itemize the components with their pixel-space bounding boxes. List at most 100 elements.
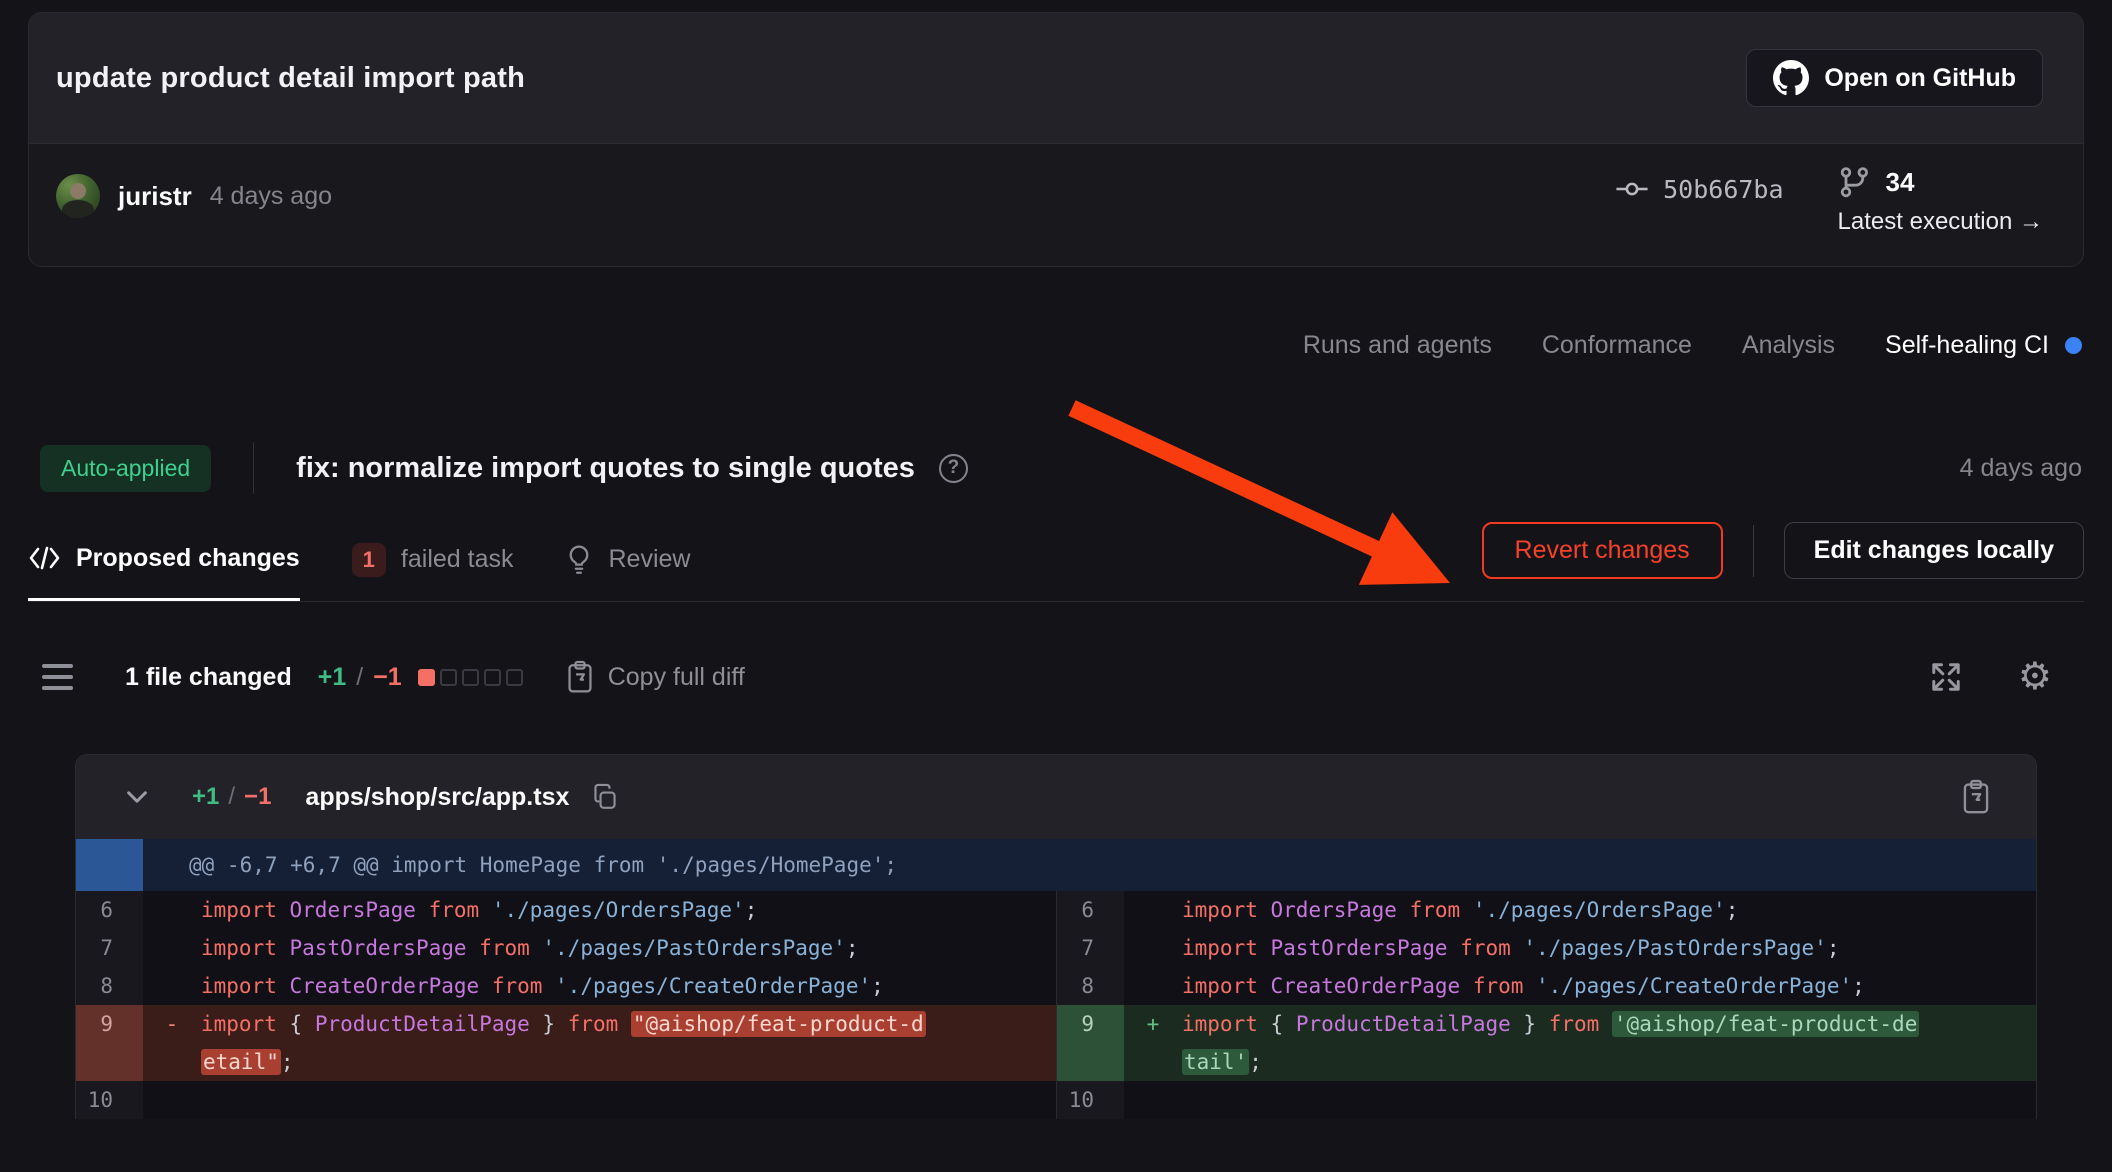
diff-toolbar: 1 file changed +1 / −1 Copy full diff: [28, 658, 2084, 696]
hunk-gutter: [76, 839, 143, 891]
file-additions: +1: [192, 783, 219, 811]
collapse-chevron-icon[interactable]: [122, 782, 152, 812]
diff-sign: [1124, 967, 1182, 1005]
code-line: import { ProductDetailPage } from '@aish…: [1182, 1005, 2036, 1081]
split-diff: 6import OrdersPage from './pages/OrdersP…: [76, 891, 2036, 1119]
diff-row: 10: [1057, 1081, 2036, 1119]
code-line: import { ProductDetailPage } from "@aish…: [201, 1005, 1056, 1081]
fix-time: 4 days ago: [1960, 454, 2084, 483]
execution-count: 34: [1886, 167, 1915, 198]
diffstat-block: [484, 669, 501, 686]
commit-time: 4 days ago: [210, 182, 332, 211]
nav-conformance[interactable]: Conformance: [1542, 331, 1692, 360]
line-number: 6: [1057, 891, 1124, 929]
settings-gear-icon[interactable]: ⚙: [2018, 658, 2052, 696]
nav-analysis[interactable]: Analysis: [1742, 331, 1835, 360]
diffstat-block-filled: [418, 669, 435, 686]
file-list-menu-icon[interactable]: [42, 664, 73, 690]
tab-failed-task[interactable]: 1 failed task: [352, 518, 514, 601]
diff-row: 6 import OrdersPage from './pages/OrdersP…: [76, 891, 1056, 929]
hunk-header-text: @@ -6,7 +6,7 @@ import HomePage from './…: [143, 839, 2036, 891]
avatar[interactable]: [56, 174, 100, 218]
code-line: import PastOrdersPage from './pages/Past…: [201, 929, 1056, 967]
code-icon: [28, 545, 61, 571]
diff-sign: [1124, 929, 1182, 967]
line-number: 6: [76, 891, 143, 929]
lightbulb-icon: [565, 544, 593, 576]
clipboard-icon: [565, 660, 595, 694]
code-line: import OrdersPage from './pages/OrdersPa…: [201, 891, 1056, 929]
line-number: 10: [76, 1081, 143, 1119]
page-title: update product detail import path: [56, 62, 525, 95]
commit-card-header: update product detail import path Open o…: [29, 13, 2083, 143]
tabs-row: Proposed changes 1 failed task Review Re…: [28, 518, 2084, 602]
commit-sha: 50b667ba: [1663, 175, 1783, 204]
latest-execution-link[interactable]: Latest execution →: [1838, 208, 2043, 236]
copy-path-icon[interactable]: [591, 783, 619, 811]
nav-runs-and-agents[interactable]: Runs and agents: [1303, 331, 1492, 360]
diff-sign: [143, 967, 201, 1005]
tab-review[interactable]: Review: [565, 518, 690, 601]
copy-full-diff-label: Copy full diff: [608, 663, 745, 692]
fullscreen-icon[interactable]: [1928, 659, 1964, 695]
github-icon: [1773, 60, 1809, 96]
commit-sha-group[interactable]: 50b667ba: [1615, 172, 1783, 206]
diff-row: 9+import { ProductDetailPage } from '@ai…: [1057, 1005, 2036, 1081]
file-header: +1 / −1 apps/shop/src/app.tsx: [76, 755, 2036, 839]
tab-proposed-changes[interactable]: Proposed changes: [28, 518, 300, 601]
files-changed-label: 1 file changed: [125, 663, 292, 692]
top-nav: Runs and agents Conformance Analysis Sel…: [28, 331, 2084, 360]
deletions-count: −1: [373, 663, 402, 692]
code-line: [201, 1081, 1056, 1119]
code-line: import PastOrdersPage from './pages/Past…: [1182, 929, 2036, 967]
commit-card: update product detail import path Open o…: [28, 12, 2084, 267]
nav-self-healing-ci-label: Self-healing CI: [1885, 331, 2049, 360]
fix-header-row: Auto-applied fix: normalize import quote…: [28, 442, 2084, 494]
diff-stat: +1 / −1: [318, 663, 402, 692]
stat-separator: /: [356, 663, 363, 692]
line-number: 8: [76, 967, 143, 1005]
divider: [1753, 525, 1754, 577]
divider: [253, 442, 254, 494]
line-number: 10: [1057, 1081, 1124, 1119]
execution-count-row: 34: [1838, 166, 1915, 198]
code-line: import CreateOrderPage from './pages/Cre…: [201, 967, 1056, 1005]
diff-row: 7 import PastOrdersPage from './pages/Pas…: [76, 929, 1056, 967]
auto-applied-badge: Auto-applied: [40, 445, 211, 492]
diff-sign: [143, 929, 201, 967]
copy-full-diff-button[interactable]: Copy full diff: [565, 660, 745, 694]
author-block: juristr 4 days ago: [56, 174, 332, 218]
edit-changes-locally-button[interactable]: Edit changes locally: [1784, 522, 2084, 579]
line-number: 9: [1057, 1005, 1124, 1081]
line-number: 7: [76, 929, 143, 967]
nav-self-healing-ci[interactable]: Self-healing CI: [1885, 331, 2082, 360]
tab-failed-task-label: failed task: [401, 545, 514, 574]
diff-row: 9-import { ProductDetailPage } from "@ai…: [76, 1005, 1056, 1081]
execution-group: 34 Latest execution →: [1838, 166, 2043, 236]
diff-pane-new: 6 import OrdersPage from './pages/OrdersP…: [1056, 891, 2036, 1119]
help-icon[interactable]: ?: [939, 454, 968, 483]
tab-proposed-changes-label: Proposed changes: [76, 544, 300, 573]
fix-title: fix: normalize import quotes to single q…: [296, 452, 915, 485]
file-deletions: −1: [244, 783, 271, 811]
diff-sign: [1124, 1081, 1182, 1119]
diff-sign: [143, 1081, 201, 1119]
commit-meta-row: juristr 4 days ago 50b667ba: [29, 143, 2083, 266]
diff-sign: [1124, 891, 1182, 929]
file-stat-separator: /: [228, 783, 235, 811]
revert-changes-button[interactable]: Revert changes: [1482, 522, 1723, 579]
line-number: 8: [1057, 967, 1124, 1005]
diff-row: 7import PastOrdersPage from './pages/Pas…: [1057, 929, 2036, 967]
code-line: [1182, 1081, 2036, 1119]
git-branch-icon: [1838, 166, 1870, 198]
diffstat-block: [440, 669, 457, 686]
code-line: import CreateOrderPage from './pages/Cre…: [1182, 967, 2036, 1005]
additions-count: +1: [318, 663, 347, 692]
open-on-github-button[interactable]: Open on GitHub: [1746, 49, 2043, 107]
diff-pane-old: 6 import OrdersPage from './pages/OrdersP…: [76, 891, 1056, 1119]
file-diff-stat: +1 / −1: [192, 783, 271, 811]
hunk-header-row: @@ -6,7 +6,7 @@ import HomePage from './…: [76, 839, 2036, 891]
diff-row: 6 import OrdersPage from './pages/OrdersP…: [1057, 891, 2036, 929]
code-line: import OrdersPage from './pages/OrdersPa…: [1182, 891, 2036, 929]
copy-file-diff-icon[interactable]: [1960, 779, 1992, 815]
